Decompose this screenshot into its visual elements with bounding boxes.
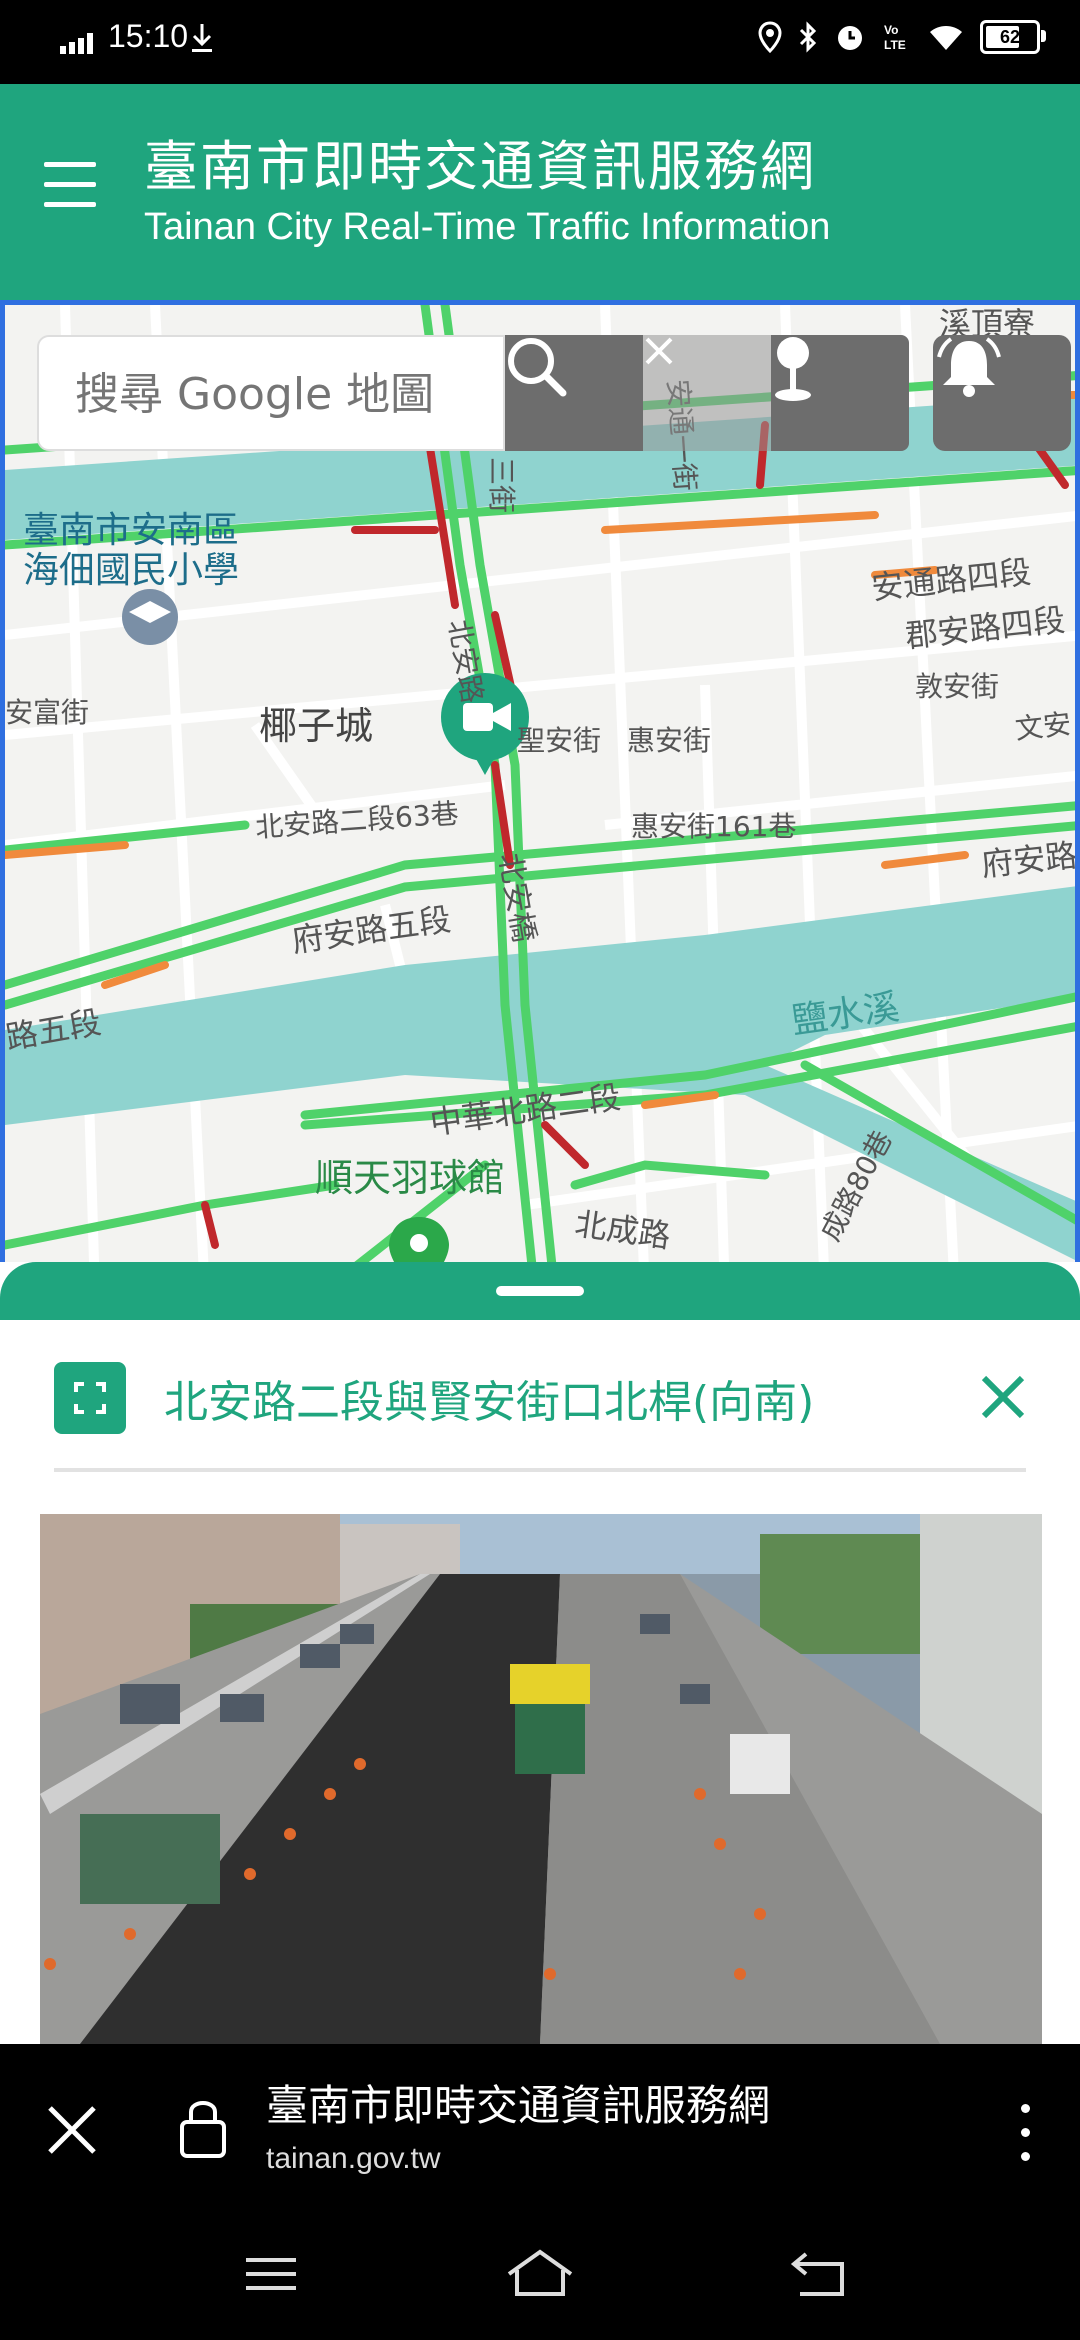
recent-apps-icon[interactable]: [236, 2244, 306, 2304]
search-button[interactable]: [505, 335, 643, 451]
browser-toolbar: 臺南市即時交通資訊服務網 tainan.gov.tw: [0, 2044, 1080, 2214]
fullscreen-icon: [74, 1382, 106, 1414]
browser-page-title[interactable]: 臺南市即時交通資訊服務網: [266, 2072, 770, 2133]
clear-search-button[interactable]: [643, 335, 771, 451]
alarm-icon: [838, 26, 862, 50]
camera-bottom-sheet: 北安路二段與賢安街口北桿(向南): [0, 1262, 1080, 2044]
status-icons: Vo LTE 62: [758, 20, 1046, 54]
lock-icon[interactable]: [178, 2096, 228, 2160]
status-bar: 15:10 Vo LTE 62: [0, 0, 1080, 84]
close-icon: [645, 337, 673, 365]
school-marker-icon[interactable]: [122, 589, 178, 645]
alert-button[interactable]: [933, 335, 1071, 451]
map-label-road: 惠安街161巷: [631, 810, 797, 843]
location-icon: [758, 21, 782, 53]
system-navigation-bar: [0, 2214, 1080, 2340]
map-label-road: 惠安街: [627, 724, 712, 757]
sheet-drag-bar[interactable]: [0, 1262, 1080, 1320]
signal-icon: [60, 33, 93, 54]
locate-button[interactable]: [771, 335, 909, 451]
status-time: 15:10: [108, 18, 189, 54]
map-label-road: 聖安街: [517, 724, 602, 757]
page-subtitle: Tainan City Real-Time Traffic Informatio…: [144, 206, 831, 248]
home-icon[interactable]: [505, 2244, 575, 2304]
app-header: 臺南市即時交通資訊服務網 Tainan City Real-Time Traff…: [0, 84, 1080, 300]
map-label-poi: 順天羽球館: [315, 1156, 506, 1200]
divider: [54, 1468, 1026, 1472]
map-search-box: [37, 335, 505, 451]
map-label-school: 海佃國民小學: [23, 550, 240, 591]
map-label-village: 椰子城: [259, 704, 374, 748]
fullscreen-button[interactable]: [54, 1362, 126, 1434]
hamburger-menu-icon[interactable]: [44, 162, 100, 212]
map-canvas: [5, 305, 1075, 1285]
volte-icon: VoLTE: [884, 23, 906, 52]
camera-feed-image: [40, 1514, 1042, 2044]
map-label-road: 敦安街: [915, 670, 1000, 703]
page-title: 臺南市即時交通資訊服務網: [144, 135, 816, 198]
map-pin-icon: [775, 337, 811, 401]
back-icon[interactable]: [786, 2244, 856, 2304]
more-options-icon[interactable]: [1010, 2104, 1040, 2164]
bluetooth-icon: [799, 21, 817, 53]
map-label-road: 三街: [485, 456, 519, 514]
drag-handle[interactable]: [496, 1286, 584, 1296]
map-label-road: 安富街: [5, 696, 90, 729]
battery-level: 62: [999, 26, 1021, 47]
svg-text:Vo: Vo: [884, 23, 898, 37]
bell-icon: [937, 337, 1001, 397]
wifi-icon: [930, 26, 962, 50]
map-search-input[interactable]: [73, 337, 497, 451]
svg-text:LTE: LTE: [884, 38, 906, 52]
close-sheet-icon[interactable]: [978, 1372, 1028, 1422]
map-label-road: 文安: [1013, 707, 1073, 746]
battery-icon: 62: [980, 20, 1046, 54]
search-icon: [508, 338, 567, 397]
traffic-map[interactable]: 臺南市安南區 海佃國民小學 椰子城 北安路二段63巷 府安路五段 北安橋 中華北…: [0, 300, 1080, 1290]
browser-url[interactable]: tainan.gov.tw: [266, 2142, 441, 2176]
download-icon: [192, 24, 212, 52]
close-tab-icon[interactable]: [44, 2102, 100, 2158]
camera-title: 北安路二段與賢安街口北桿(向南): [164, 1377, 815, 1428]
